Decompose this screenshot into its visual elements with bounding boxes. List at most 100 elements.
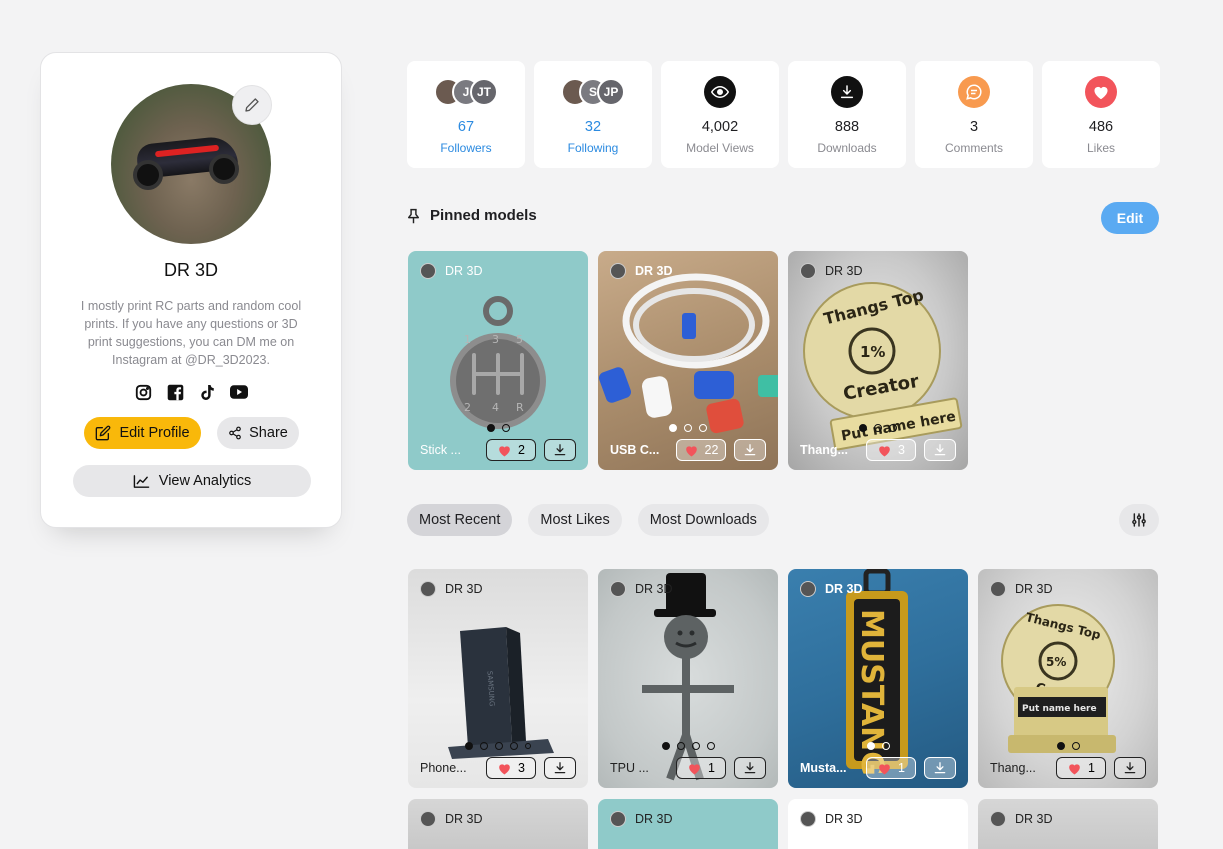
card-author[interactable]: DR 3D [420,581,483,597]
model-title[interactable]: Thang... [990,761,1050,775]
carousel-dot[interactable] [480,742,488,750]
carousel-dot[interactable] [866,742,875,750]
view-analytics-button[interactable]: View Analytics [73,465,311,497]
like-button[interactable]: 2 [486,439,536,461]
model-card[interactable]: 1 3 5 2 4 R DR 3D Stick ... 2 [408,251,588,470]
author-name: DR 3D [825,264,863,278]
download-button[interactable] [734,757,766,779]
card-author[interactable]: DR 3D [990,811,1053,827]
download-button[interactable] [544,439,576,461]
stats-row: J JT 67 Followers S JP 32 Following 4,00… [407,61,1160,168]
carousel-dot[interactable] [495,742,503,750]
carousel-dot[interactable] [881,742,890,750]
download-button[interactable] [1114,757,1146,779]
carousel-dot[interactable] [501,424,510,432]
views-stat: 4,002 Model Views [661,61,779,168]
card-author[interactable]: DR 3D [800,811,863,827]
carousel-dot[interactable] [661,742,670,750]
download-icon [934,444,946,456]
model-card[interactable]: MUSTANG DR 3D Musta... 1 [788,569,968,788]
like-button[interactable]: 3 [866,439,916,461]
profile-name: DR 3D [163,260,218,280]
tab-most-downloads[interactable]: Most Downloads [637,504,769,536]
edit-profile-button[interactable]: Edit Profile [84,417,201,449]
downloads-label: Downloads [817,141,877,155]
carousel-dot[interactable] [676,742,685,750]
instagram-icon[interactable] [134,383,152,401]
card-author[interactable]: DR 3D [800,263,863,279]
avatar [800,811,816,827]
model-title[interactable]: Phone... [420,761,480,775]
carousel-dot[interactable] [510,742,518,750]
card-author[interactable]: DR 3D [610,581,673,597]
carousel-dot[interactable] [859,424,867,432]
model-card[interactable]: DR 3D [408,799,588,849]
like-button[interactable]: 1 [1056,757,1106,779]
followers-stat[interactable]: J JT 67 Followers [407,61,525,168]
card-author[interactable]: DR 3D [610,811,673,827]
model-card[interactable]: DR 3D [598,799,778,849]
author-name: DR 3D [825,582,863,596]
like-button[interactable]: 1 [676,757,726,779]
carousel-dot[interactable] [706,742,715,750]
carousel-dot[interactable] [486,424,495,432]
filter-button[interactable] [1119,504,1159,536]
download-icon [554,444,566,456]
like-button[interactable]: 22 [676,439,726,461]
card-author[interactable]: DR 3D [990,581,1053,597]
carousel-dot[interactable] [1056,742,1065,750]
model-card[interactable]: SAMSUNG DR 3D Phone... 3 [408,569,588,788]
youtube-icon[interactable] [230,383,248,401]
author-name: DR 3D [445,264,483,278]
carousel-dot[interactable] [684,424,692,432]
avatar [610,581,626,597]
model-card[interactable]: DR 3D [978,799,1158,849]
model-title[interactable]: Thang... [800,443,860,457]
carousel-dot[interactable] [1071,742,1080,750]
facebook-icon[interactable] [166,383,184,401]
carousel-dot[interactable] [525,743,531,749]
model-card[interactable]: 1% Thangs Top Creator Put name here DR 3… [788,251,968,470]
carousel-dot[interactable] [691,742,700,750]
like-count: 1 [1088,761,1095,775]
carousel-dots [408,424,588,432]
like-button[interactable]: 1 [866,757,916,779]
model-title[interactable]: Musta... [800,761,860,775]
model-title[interactable]: TPU ... [610,761,670,775]
carousel-dot[interactable] [669,424,677,432]
carousel-dot[interactable] [465,742,473,750]
avatar [990,811,1006,827]
download-icon [744,444,756,456]
carousel-dots [978,742,1158,750]
edit-avatar-button[interactable] [232,85,272,125]
model-card[interactable]: DR 3D [788,799,968,849]
eye-icon [704,76,736,108]
model-title[interactable]: Stick ... [420,443,480,457]
card-author[interactable]: DR 3D [610,263,673,279]
download-button[interactable] [544,757,576,779]
coin-plate-text: Put name here [1022,704,1097,714]
following-stat[interactable]: S JP 32 Following [534,61,652,168]
download-icon [831,76,863,108]
card-author[interactable]: DR 3D [420,263,483,279]
tab-most-recent[interactable]: Most Recent [407,504,513,536]
model-title[interactable]: USB C... [610,443,670,457]
tiktok-icon[interactable] [198,383,216,401]
like-button[interactable]: 3 [486,757,536,779]
share-button[interactable]: Share [217,417,299,449]
edit-pinned-button[interactable]: Edit [1101,202,1159,234]
author-name: DR 3D [825,812,863,826]
card-author[interactable]: DR 3D [420,811,483,827]
model-card[interactable]: DR 3D TPU ... 1 [598,569,778,788]
download-button[interactable] [734,439,766,461]
carousel-dot[interactable] [874,424,882,432]
card-author[interactable]: DR 3D [800,581,863,597]
model-card[interactable]: DR 3D USB C... 22 [598,251,778,470]
carousel-dot[interactable] [889,424,897,432]
carousel-dot[interactable] [699,424,707,432]
download-button[interactable] [924,757,956,779]
model-card[interactable]: 5% Thangs Top Creator Put name here DR 3… [978,569,1158,788]
gear-number: 5 [516,333,523,346]
download-button[interactable] [924,439,956,461]
tab-most-likes[interactable]: Most Likes [528,504,622,536]
